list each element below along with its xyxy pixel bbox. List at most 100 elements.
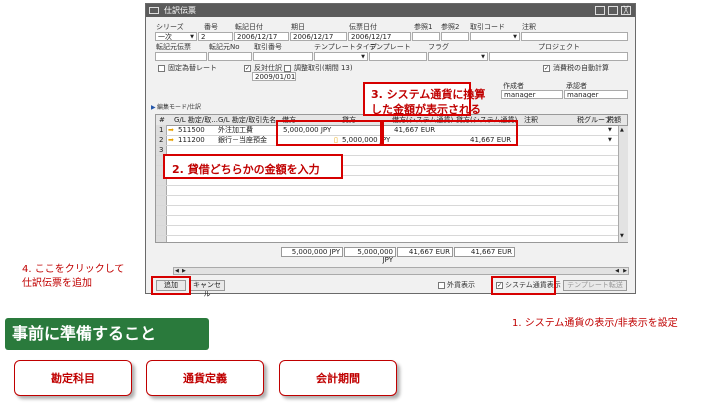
series-select[interactable]: 一次 ▼ [155, 32, 197, 41]
due-date-label: 期日 [291, 23, 305, 31]
col-name: G/L 勘定/取引先名 [218, 116, 277, 124]
step3-text-line2: した金額が表示される [371, 103, 481, 116]
ref2-field[interactable] [441, 32, 469, 41]
fixed-rate-checkbox[interactable] [158, 65, 165, 72]
reversal-date-field[interactable]: 2009/01/01 [252, 72, 296, 81]
due-date-field[interactable]: 2006/12/17 [290, 32, 347, 41]
total-debit: 5,000,000 JPY [281, 247, 343, 257]
chevron-down-icon[interactable]: ▼ [608, 136, 612, 145]
table-row[interactable] [156, 216, 627, 226]
table-row[interactable] [156, 206, 627, 216]
table-row[interactable] [156, 226, 627, 236]
horizontal-scrollbar[interactable]: ◀ ▶ ◀ ▶ [173, 267, 629, 275]
journal-entry-window: 仕訳伝票 ╳ シリーズ 番号 転記日付 期日 伝票日付 参照1 参照2 取引コー… [145, 3, 636, 298]
chevron-down-icon: ▼ [361, 54, 365, 60]
scroll-right-icon[interactable]: ▶ [623, 268, 627, 274]
project-field[interactable] [489, 52, 628, 61]
vertical-scrollbar[interactable]: ▲ ▼ [618, 126, 628, 242]
scroll-left-icon[interactable]: ◀ [615, 268, 619, 274]
step3-text-line1: 3. システム通貨に換算 [371, 88, 486, 101]
tab-accounts[interactable]: 勘定科目 [14, 360, 132, 396]
title-bar: 仕訳伝票 ╳ [146, 4, 635, 17]
template-field[interactable] [369, 52, 427, 61]
total-sys-debit: 41,667 EUR [397, 247, 453, 257]
fixed-rate-label: 固定為替レート [168, 64, 217, 72]
system-currency-highlight [491, 276, 556, 295]
tab-currency-definition[interactable]: 通貨定義 [146, 360, 264, 396]
ref2-label: 参照2 [441, 23, 460, 31]
remarks-label: 注釈 [522, 23, 536, 31]
scroll-down-icon[interactable]: ▼ [620, 233, 624, 239]
source-no-field[interactable] [208, 52, 252, 61]
preparation-heading: 事前に準備すること [5, 318, 209, 350]
auto-tax-label: 消費税の自動計算 [553, 64, 609, 72]
col-account: G/L 勘定/取... [174, 116, 218, 124]
step4-text-line1: 4. ここをクリックして [22, 264, 125, 275]
source-doc-label: 転記元伝票 [156, 43, 191, 51]
maximize-icon[interactable] [608, 6, 618, 15]
adjust-checkbox[interactable] [284, 65, 291, 72]
series-value: 一次 [158, 33, 172, 41]
window-title: 仕訳伝票 [164, 6, 196, 15]
minimize-icon[interactable] [595, 6, 605, 15]
foreign-currency-checkbox[interactable] [438, 282, 445, 289]
close-icon[interactable]: ╳ [621, 6, 631, 15]
step2-text: 2. 貸借どちらかの金額を入力 [172, 163, 320, 176]
template-type-select[interactable]: ▼ [314, 52, 368, 61]
source-no-label: 転記元No [209, 43, 240, 51]
source-doc-field[interactable] [155, 52, 207, 61]
step1-text: 1. システム通貨の表示/非表示を設定 [512, 318, 678, 329]
adjust-label: 調整取引(期間 13) [294, 64, 353, 72]
posting-date-label: 転記日付 [235, 23, 263, 31]
posting-date-field[interactable]: 2006/12/17 [234, 32, 289, 41]
auto-tax-checkbox[interactable]: ✓ [543, 65, 550, 72]
template-type-label: テンプレートタイプ [314, 43, 377, 51]
edit-mode-label: 編集モード/仕訳 [157, 104, 202, 111]
col-tax-amount: 税額 [607, 116, 621, 124]
series-label: シリーズ [156, 23, 184, 31]
account-name: 銀行－当座預金 [218, 136, 267, 144]
remarks-field[interactable] [521, 32, 628, 41]
flag-select[interactable]: ▼ [428, 52, 488, 61]
col-num: # [159, 116, 165, 124]
transaction-no-label: 取引番号 [254, 43, 282, 51]
link-arrow-icon[interactable]: ➡ [168, 126, 174, 135]
template-transfer-button[interactable]: テンプレート転送 [563, 280, 627, 291]
row-number: 1 [159, 126, 164, 134]
chevron-down-icon: ▼ [190, 34, 194, 40]
total-credit: 5,000,000 JPY [344, 247, 396, 264]
table-row[interactable] [156, 196, 627, 206]
table-row[interactable] [156, 186, 627, 196]
account-code: 111200 [178, 136, 205, 144]
account-name: 外注加工費 [218, 126, 253, 134]
creator-field: manager [501, 90, 563, 99]
add-button-highlight [151, 276, 191, 295]
number-label: 番号 [204, 23, 218, 31]
link-arrow-icon[interactable]: ➡ [168, 136, 174, 145]
chevron-down-icon: ▼ [513, 34, 517, 40]
total-sys-credit: 41,667 EUR [454, 247, 515, 257]
ref1-field[interactable] [412, 32, 440, 41]
account-code: 511500 [178, 126, 205, 134]
number-field[interactable]: 2 [198, 32, 233, 41]
scroll-up-icon[interactable]: ▲ [620, 127, 624, 133]
step4-text-line2: 仕訳伝票を追加 [22, 278, 92, 289]
reversal-checkbox[interactable]: ✓ [244, 65, 251, 72]
tab-fiscal-period[interactable]: 会計期間 [279, 360, 397, 396]
window-icon [149, 7, 159, 14]
ref1-label: 参照1 [414, 23, 433, 31]
doc-date-field[interactable]: 2006/12/17 [348, 32, 411, 41]
template-label: テンプレート [369, 43, 411, 51]
foreign-currency-label: 外貨表示 [447, 281, 475, 289]
chevron-down-icon: ▼ [481, 54, 485, 60]
doc-date-label: 伝票日付 [349, 23, 377, 31]
approver-field: manager [564, 90, 628, 99]
expand-arrow-icon[interactable]: ▶ [151, 103, 156, 112]
cancel-button[interactable]: キャンセル [189, 280, 225, 298]
transaction-code-field[interactable]: ▼ [470, 32, 520, 41]
chevron-down-icon[interactable]: ▼ [608, 126, 612, 135]
scroll-right-icon[interactable]: ▶ [182, 268, 186, 274]
row-number: 2 [159, 136, 164, 144]
scroll-left-icon[interactable]: ◀ [175, 268, 179, 274]
transaction-no-field[interactable] [253, 52, 313, 61]
